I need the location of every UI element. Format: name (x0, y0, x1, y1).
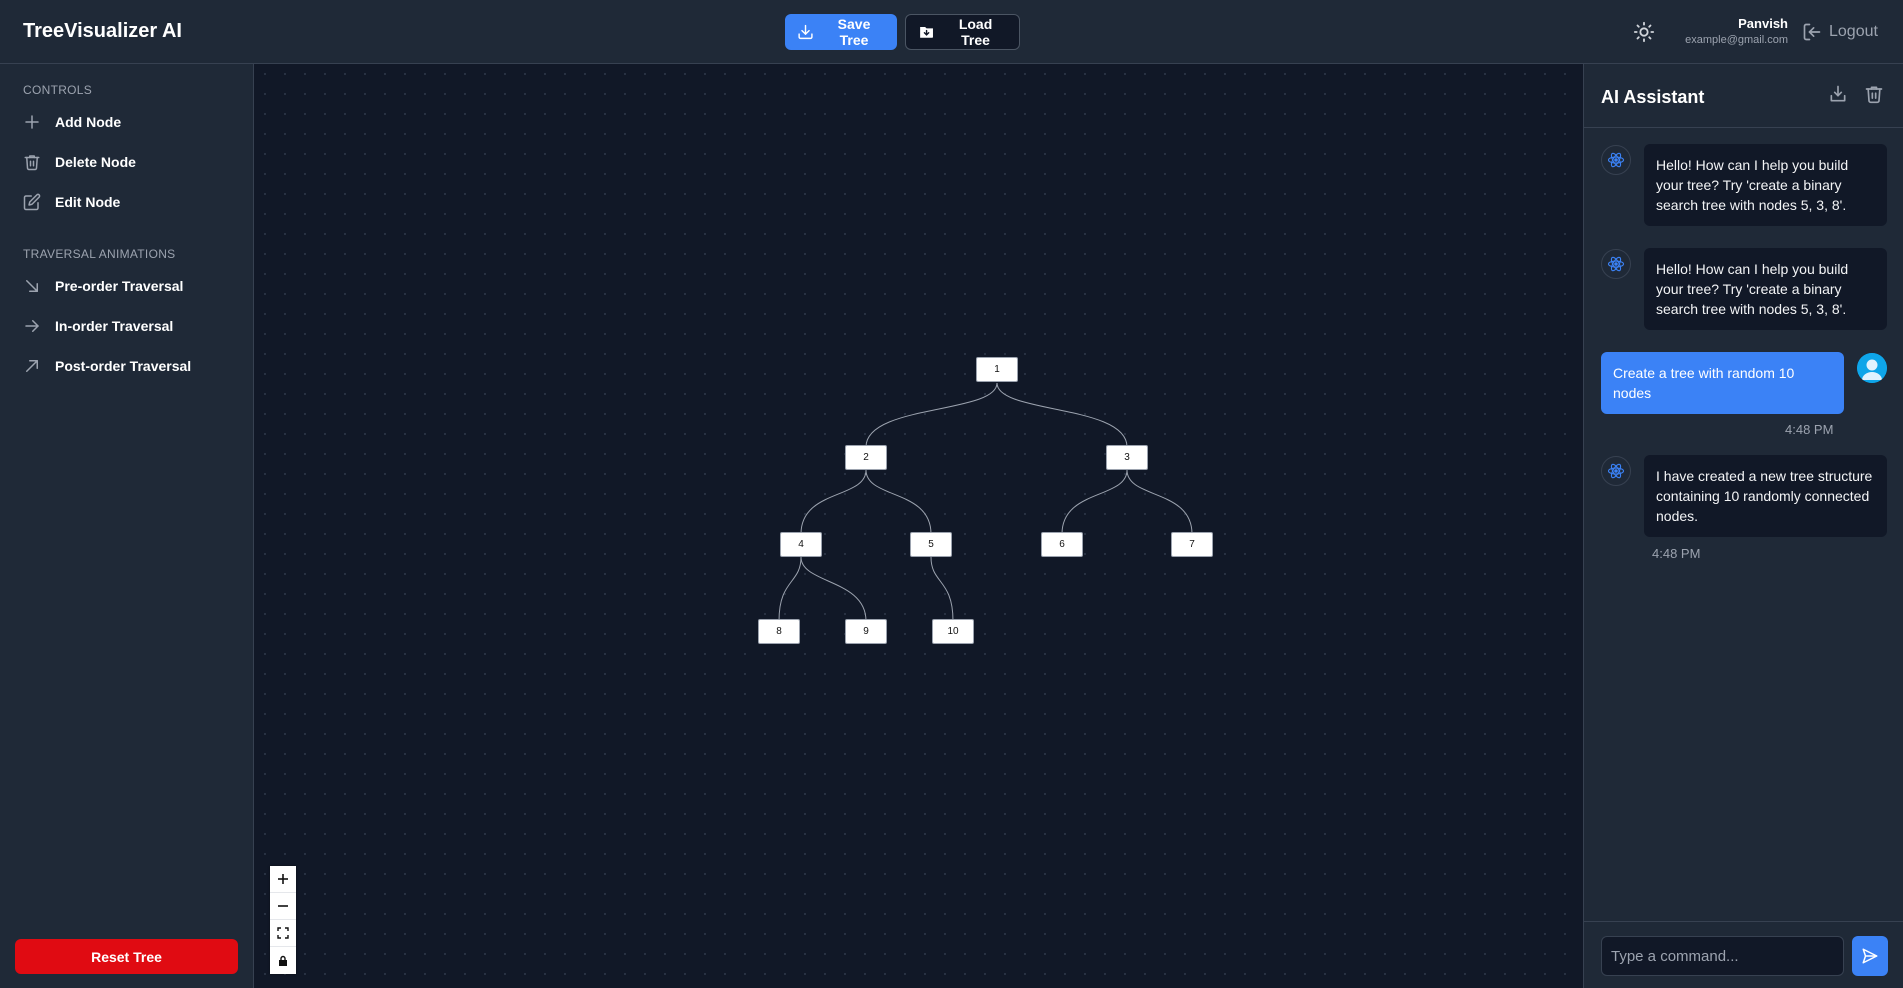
message-timestamp: 4:48 PM (1785, 422, 1834, 437)
send-icon (1862, 948, 1878, 964)
edge-5-10 (930, 556, 954, 622)
send-button[interactable] (1852, 936, 1888, 976)
canvas-zoom-controls (270, 866, 296, 974)
message-timestamp: 4:48 PM (1652, 546, 1701, 561)
fit-view-icon (277, 927, 289, 939)
theme-toggle-sun-icon[interactable] (1633, 21, 1655, 43)
download-icon (1830, 85, 1846, 102)
post-order-label: Post-order Traversal (55, 358, 192, 374)
bot-avatar (1601, 249, 1631, 279)
download-icon (798, 24, 813, 40)
user-email: example@gmail.com (1685, 34, 1788, 46)
plus-icon (278, 874, 288, 884)
tree-node-2[interactable]: 2 (845, 445, 887, 470)
minus-icon (278, 905, 288, 907)
edge-1-3 (996, 382, 1128, 448)
ai-assistant-panel: AI Assistant Hello! How can I help you b… (1583, 64, 1903, 988)
edge-3-7 (1126, 469, 1193, 535)
logout-button[interactable]: Logout (1802, 22, 1878, 42)
tree-node-5[interactable]: 5 (910, 532, 952, 557)
plus-icon (25, 115, 39, 129)
load-tree-button[interactable]: Load Tree (905, 14, 1020, 50)
load-tree-label: Load Tree (958, 16, 993, 48)
app-title: TreeVisualizer AI (23, 20, 182, 42)
tree-node-4[interactable]: 4 (780, 532, 822, 557)
tree-edges (778, 382, 1193, 622)
lock-view-button[interactable] (270, 947, 296, 974)
tree-node-9[interactable]: 9 (845, 619, 887, 644)
bot-message: Hello! How can I help you build your tre… (1644, 248, 1887, 330)
user-name: Panvish (1738, 16, 1788, 31)
atom-icon (1607, 463, 1625, 479)
bot-message: I have created a new tree structure cont… (1644, 455, 1887, 537)
folder-download-icon (920, 27, 933, 38)
arrow-down-right-icon (26, 280, 38, 292)
assistant-title: AI Assistant (1601, 87, 1705, 107)
export-chat-button[interactable] (1828, 84, 1850, 106)
edit-icon (23, 193, 41, 211)
tree-node-7[interactable]: 7 (1171, 532, 1213, 557)
tree-canvas[interactable]: 1 2 3 4 5 6 7 8 9 10 (255, 64, 1583, 988)
zoom-out-button[interactable] (270, 893, 296, 920)
edit-node-label: Edit Node (55, 194, 121, 210)
edge-3-6 (1061, 469, 1128, 535)
fit-view-button[interactable] (270, 920, 296, 947)
lock-icon (279, 955, 287, 966)
add-node-button[interactable]: Add Node (23, 107, 238, 137)
arrow-up-right-icon (26, 360, 38, 372)
save-tree-button[interactable]: Save Tree (785, 14, 897, 50)
logout-label: Logout (1829, 23, 1878, 40)
command-input[interactable] (1601, 936, 1844, 976)
trash-icon (24, 155, 40, 171)
edge-2-4 (800, 469, 867, 535)
atom-icon (1607, 152, 1625, 168)
traversal-section-title: TRAVERSAL ANIMATIONS (23, 247, 176, 261)
in-order-label: In-order Traversal (55, 318, 174, 334)
tree-node-10[interactable]: 10 (932, 619, 974, 644)
pre-order-traversal-button[interactable]: Pre-order Traversal (23, 271, 238, 301)
reset-tree-button[interactable]: Reset Tree (15, 939, 238, 974)
assistant-header: AI Assistant (1584, 64, 1903, 128)
tree-node-6[interactable]: 6 (1041, 532, 1083, 557)
save-tree-label: Save Tree (837, 16, 871, 48)
edge-1-2 (865, 382, 998, 448)
zoom-in-button[interactable] (270, 866, 296, 893)
sidebar: CONTROLS Add Node Delete Node Edit Node … (0, 64, 254, 988)
top-bar: TreeVisualizer AI Save Tree Load Tree Pa… (0, 0, 1903, 64)
command-input-area (1584, 921, 1903, 988)
user-avatar (1857, 353, 1887, 383)
controls-section-title: CONTROLS (23, 83, 93, 97)
delete-node-button[interactable]: Delete Node (23, 147, 238, 177)
in-order-traversal-button[interactable]: In-order Traversal (23, 311, 238, 341)
add-node-label: Add Node (55, 114, 122, 130)
logout-icon (1803, 23, 1821, 41)
bot-message: Hello! How can I help you build your tre… (1644, 144, 1887, 226)
pre-order-label: Pre-order Traversal (55, 278, 184, 294)
arrow-right-icon (25, 320, 39, 332)
edge-4-9 (800, 556, 867, 622)
bot-avatar (1601, 456, 1631, 486)
tree-node-8[interactable]: 8 (758, 619, 800, 644)
user-info: Panvish example@gmail.com (1685, 16, 1788, 46)
bot-avatar (1601, 145, 1631, 175)
delete-node-label: Delete Node (55, 154, 136, 170)
atom-icon (1607, 256, 1625, 272)
edge-4-8 (778, 556, 802, 622)
user-message: Create a tree with random 10 nodes (1601, 352, 1844, 414)
tree-node-1[interactable]: 1 (976, 357, 1018, 382)
edge-2-5 (865, 469, 932, 535)
edit-node-button[interactable]: Edit Node (23, 187, 238, 217)
user-avatar-icon (1857, 353, 1887, 383)
tree-node-3[interactable]: 3 (1106, 445, 1148, 470)
clear-chat-button[interactable] (1864, 84, 1886, 106)
trash-icon (1865, 86, 1883, 104)
post-order-traversal-button[interactable]: Post-order Traversal (23, 351, 238, 381)
